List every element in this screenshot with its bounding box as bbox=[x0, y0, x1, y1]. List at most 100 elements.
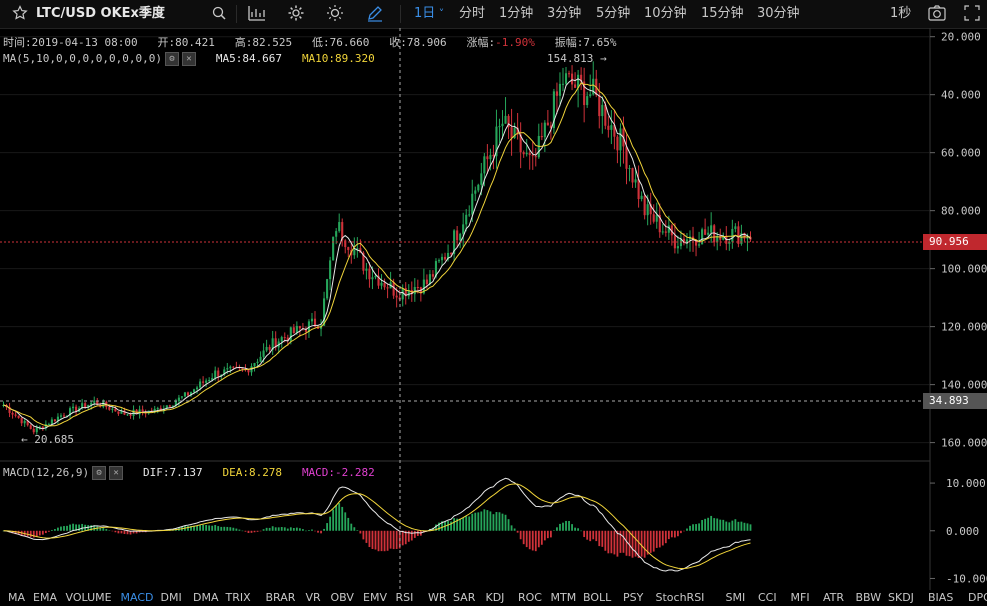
macd-bar bbox=[298, 528, 301, 531]
ohlc-amplitude: 7.65% bbox=[583, 36, 617, 49]
macd-bar bbox=[701, 520, 704, 531]
macd-bar bbox=[537, 530, 540, 548]
indicator-tab-smi[interactable]: SMI bbox=[726, 591, 746, 604]
macd-bar bbox=[489, 511, 492, 531]
macd-bar bbox=[453, 518, 456, 531]
indicator-tab-stochrsi[interactable]: StochRSI bbox=[656, 591, 705, 604]
macd-bar bbox=[549, 530, 552, 538]
candle-body bbox=[365, 268, 368, 271]
indicator-tab-volume[interactable]: VOLUME bbox=[66, 591, 112, 604]
interval-tab-1[interactable]: 分时 bbox=[459, 4, 485, 24]
candle-body bbox=[504, 115, 507, 124]
interval-tab-2[interactable]: 1分钟 bbox=[499, 4, 533, 24]
settings-icon[interactable]: ⚙ bbox=[92, 466, 107, 480]
indicator-tab-macd[interactable]: MACD bbox=[121, 591, 154, 604]
indicator-tab-kdj[interactable]: KDJ bbox=[486, 591, 505, 604]
macd-bar bbox=[26, 530, 29, 537]
chart-type-icon[interactable] bbox=[247, 4, 267, 24]
interval-tab-3[interactable]: 3分钟 bbox=[547, 4, 581, 24]
macd-tick-label: 10.000 bbox=[946, 477, 986, 490]
indicator-tab-dma[interactable]: DMA bbox=[193, 591, 219, 604]
indicator-tab-mfi[interactable]: MFI bbox=[791, 591, 810, 604]
macd-bar bbox=[57, 527, 59, 531]
candle-body bbox=[380, 282, 383, 286]
indicator-tab-dpo[interactable]: DPO bbox=[968, 591, 987, 604]
indicator-tab-vr[interactable]: VR bbox=[306, 591, 321, 604]
indicator-tab-cci[interactable]: CCI bbox=[758, 591, 777, 604]
interval-tab-6[interactable]: 15分钟 bbox=[701, 4, 744, 24]
interval-tab-4[interactable]: 5分钟 bbox=[596, 4, 630, 24]
macd-bar bbox=[126, 530, 129, 535]
indicator-tab-bbw[interactable]: BBW bbox=[856, 591, 882, 604]
candle-body bbox=[14, 414, 17, 416]
macd-bar bbox=[317, 530, 319, 533]
macd-bar bbox=[69, 524, 71, 531]
indicator-tab-roc[interactable]: ROC bbox=[518, 591, 542, 604]
search-icon[interactable] bbox=[211, 5, 227, 25]
interval-tab-0[interactable]: 1日 ˅ bbox=[414, 4, 444, 24]
indicator-tab-mtm[interactable]: MTM bbox=[551, 591, 577, 604]
interval-tab-7[interactable]: 30分钟 bbox=[757, 4, 800, 24]
macd-bar bbox=[329, 516, 332, 531]
indicator-tab-skdj[interactable]: SKDJ bbox=[888, 591, 914, 604]
indicator-tab-obv[interactable]: OBV bbox=[331, 591, 354, 604]
indicator-tab-wr[interactable]: WR bbox=[428, 591, 447, 604]
macd-bar bbox=[108, 530, 111, 531]
indicator-tab-rsi[interactable]: RSI bbox=[396, 591, 414, 604]
candle-body bbox=[298, 325, 301, 329]
fullscreen-icon[interactable] bbox=[964, 5, 980, 25]
indicator-tab-atr[interactable]: ATR bbox=[823, 591, 844, 604]
indicator-tab-dmi[interactable]: DMI bbox=[161, 591, 182, 604]
candle-body bbox=[619, 128, 622, 151]
indicator-tab-psy[interactable]: PSY bbox=[623, 591, 643, 604]
draw-pencil-icon[interactable] bbox=[366, 4, 384, 24]
candle-body bbox=[111, 408, 114, 410]
indicator-tab-boll[interactable]: BOLL bbox=[583, 591, 611, 604]
star-icon[interactable] bbox=[12, 5, 28, 25]
macd-bar bbox=[235, 528, 238, 531]
macd-bar bbox=[389, 530, 392, 549]
indicator-tab-sar[interactable]: SAR bbox=[453, 591, 475, 604]
close-icon[interactable]: ✕ bbox=[181, 52, 196, 66]
interval-tab-5[interactable]: 10分钟 bbox=[644, 4, 687, 24]
candle-body bbox=[462, 224, 465, 234]
theme-sun-icon[interactable] bbox=[326, 4, 344, 24]
gear-icon[interactable] bbox=[287, 4, 305, 24]
close-icon[interactable]: ✕ bbox=[109, 466, 124, 480]
macd-bar bbox=[616, 530, 619, 557]
settings-icon[interactable]: ⚙ bbox=[164, 52, 179, 66]
symbol-title[interactable]: LTC/USD OKEx季度 bbox=[36, 4, 165, 24]
macd-bar bbox=[232, 527, 235, 531]
macd-bar bbox=[710, 515, 713, 531]
macd-bar bbox=[44, 530, 47, 534]
macd-bar bbox=[507, 519, 510, 531]
candle-body bbox=[610, 125, 613, 130]
indicator-tab-ema[interactable]: EMA bbox=[33, 591, 57, 604]
macd-bar bbox=[486, 510, 489, 531]
candle-body bbox=[586, 96, 589, 106]
indicator-tab-trix[interactable]: TRIX bbox=[226, 591, 251, 604]
macd-bar bbox=[652, 530, 655, 552]
candle-body bbox=[177, 397, 180, 402]
candle-body bbox=[129, 414, 132, 416]
candle-body bbox=[498, 126, 501, 128]
candle-body bbox=[108, 407, 111, 410]
macd-bar bbox=[63, 526, 65, 531]
candle-body bbox=[20, 417, 23, 424]
camera-icon[interactable] bbox=[927, 4, 947, 24]
macd-bar bbox=[568, 521, 570, 531]
macd-bar bbox=[749, 524, 752, 531]
indicator-tab-emv[interactable]: EMV bbox=[363, 591, 387, 604]
macd-bar bbox=[238, 529, 241, 531]
ma10-line bbox=[3, 82, 751, 427]
indicator-tab-bias[interactable]: BIAS bbox=[928, 591, 953, 604]
candle-body bbox=[486, 156, 489, 160]
macd-bar bbox=[244, 530, 247, 532]
ohlc-close: 78.906 bbox=[406, 36, 447, 49]
candle-body bbox=[561, 83, 565, 85]
indicator-tab-brar[interactable]: BRAR bbox=[266, 591, 296, 604]
indicator-tab-ma[interactable]: MA bbox=[8, 591, 25, 604]
candle-body bbox=[102, 401, 105, 407]
chart-area[interactable]: 160.000 140.000 120.000 100.000 80.000 60.000… bbox=[0, 28, 987, 590]
macd-bar bbox=[220, 526, 223, 531]
